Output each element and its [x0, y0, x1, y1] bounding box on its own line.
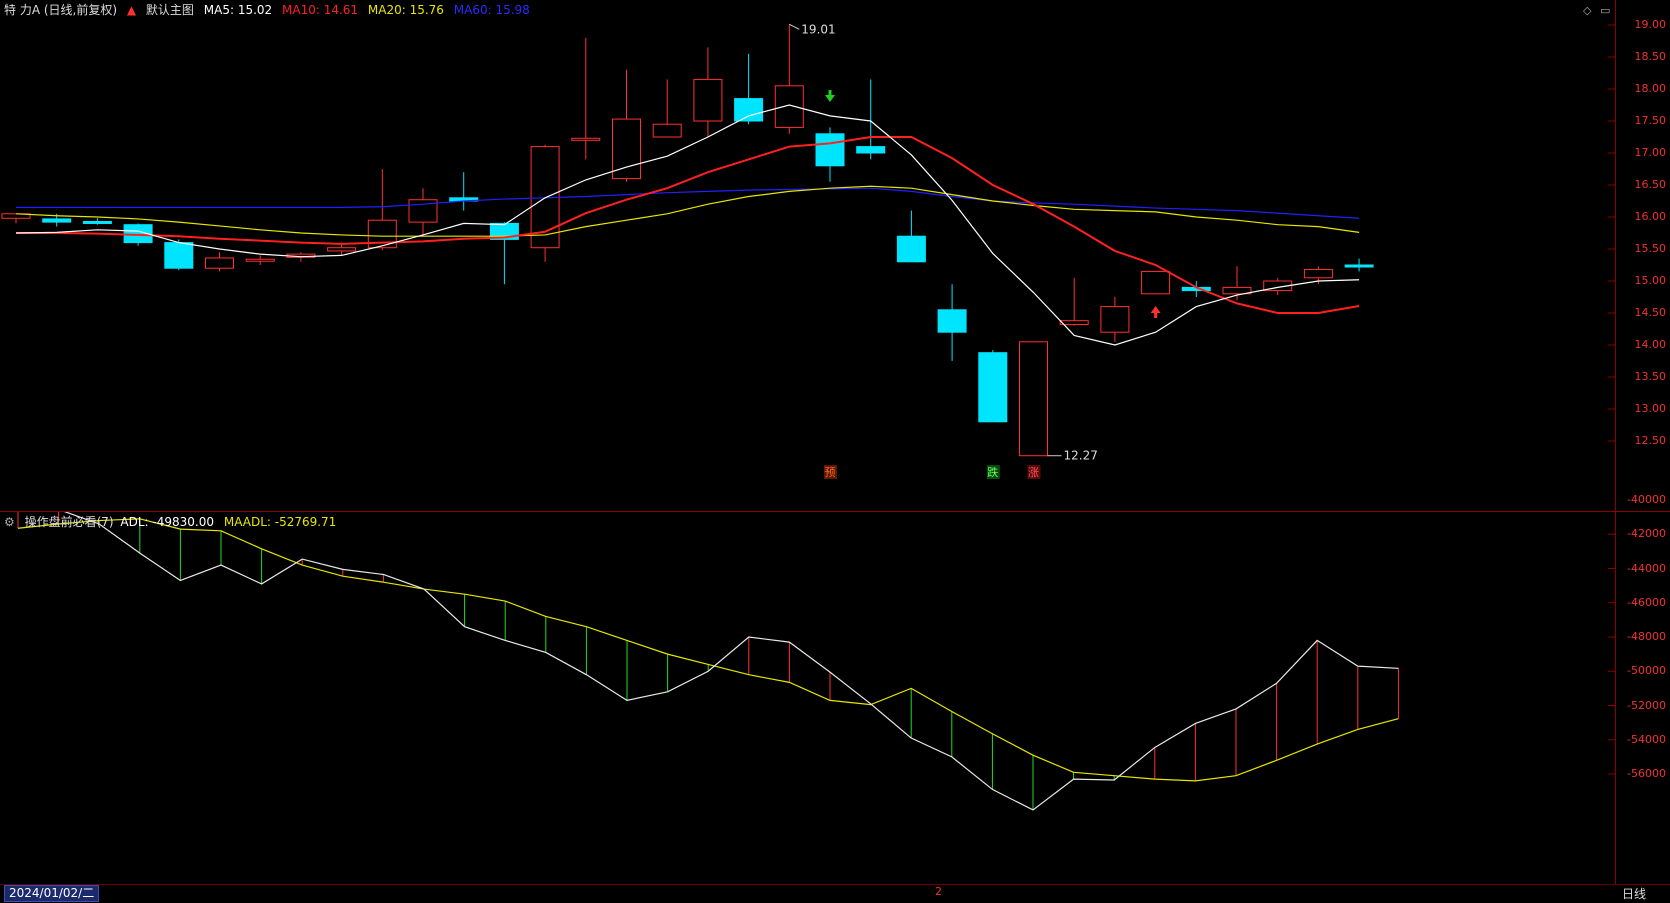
candle-body [1059, 320, 1089, 326]
maadl-label: MAADL: -52769.71 [223, 515, 337, 529]
stock-name[interactable]: 特 力A (日线,前复权) [4, 3, 117, 17]
ma10-label: MA10: 14.61 [282, 3, 359, 17]
price-tick-label: 13.00 [1634, 402, 1667, 415]
indicator-tick-label: -46000 [1627, 595, 1666, 609]
indicator-tick-label: -44000 [1627, 561, 1666, 575]
candle-body [164, 242, 194, 269]
ma5-label: MA5: 15.02 [203, 3, 273, 17]
price-tick-label: 16.50 [1634, 178, 1667, 191]
sell-arrow-icon-stem [828, 90, 832, 95]
price-tick-label: 18.00 [1634, 82, 1667, 95]
candle-body [327, 247, 357, 252]
candle-body [734, 98, 764, 122]
price-tick-label: 16.00 [1634, 210, 1667, 223]
indicator-tick-label: -50000 [1627, 664, 1666, 678]
high-pointer [789, 23, 800, 30]
adl-chart[interactable] [0, 512, 1616, 884]
price-tick-label: 15.50 [1634, 242, 1667, 255]
candle-body [42, 218, 72, 223]
candle-body [1344, 264, 1374, 268]
month-mark: 2 [935, 885, 942, 898]
candle-body [1141, 270, 1171, 295]
maadl-line [17, 518, 1399, 782]
mark-yu: 预 [825, 466, 836, 479]
mark-zhang: 涨 [1028, 466, 1039, 479]
candlestick-chart[interactable]: 19.01 12.27 预 跌 涨 [0, 0, 1616, 512]
candle-body [896, 235, 926, 263]
collapse-icon[interactable]: ▭ [1600, 4, 1610, 17]
price-tick-label: 14.00 [1634, 338, 1667, 351]
candle-body [571, 137, 601, 141]
price-axis: 19.00 18.50 18.00 17.50 17.00 16.50 16.00 15.50… [1616, 0, 1670, 512]
ma20-line [15, 185, 1360, 237]
indicator-panel[interactable]: ⚙ 操作盘前必看(7) ADL: -49830.00 MAADL: -52769… [0, 512, 1616, 884]
price-panel[interactable]: 19.01 12.27 预 跌 涨 特 力A (日线,前复权) ▲ 默认主图 MA5: … [0, 0, 1616, 512]
price-tick-label: 12.50 [1634, 434, 1667, 447]
price-tick-label: 14.50 [1634, 306, 1667, 319]
buy-arrow-icon [1150, 306, 1161, 313]
settings-icon[interactable]: ⚙ [4, 515, 15, 529]
diamond-icon[interactable]: ◇ [1583, 4, 1591, 17]
indicator-tick-label: -54000 [1627, 732, 1666, 746]
candle-body [693, 78, 723, 122]
price-tick-label: 15.00 [1634, 274, 1667, 287]
price-tick-label: 18.50 [1634, 50, 1667, 63]
indicator-name[interactable]: 操作盘前必看(7) [25, 515, 114, 529]
candle-body [774, 85, 804, 128]
price-tick-label: 19.00 [1634, 18, 1667, 31]
candle-body [856, 146, 886, 154]
up-arrow-icon: ▲ [126, 3, 137, 17]
ma60-line [16, 187, 1360, 219]
indicator-tick-label: -56000 [1627, 767, 1666, 780]
adl-label: ADL: -49830.00 [120, 515, 215, 529]
high-label: 19.01 [801, 22, 835, 36]
candle-body [937, 309, 967, 333]
indicator-tick-label: -40000 [1627, 493, 1666, 506]
candle-body [82, 220, 112, 224]
ma60-label: MA60: 15.98 [453, 3, 530, 17]
indicator-tick-label: -42000 [1627, 527, 1666, 541]
price-tick-label: 13.50 [1634, 370, 1667, 383]
sub-header: ⚙ 操作盘前必看(7) ADL: -49830.00 MAADL: -52769… [4, 514, 342, 530]
indicator-axis: -40000 -42000 -44000 -46000 -48000 -50000 -520… [1616, 493, 1670, 884]
candle-body [815, 133, 845, 167]
indicator-tick-label: -48000 [1627, 630, 1666, 643]
candle-body [978, 352, 1008, 423]
mark-die: 跌 [987, 465, 998, 479]
price-tick-label: 17.00 [1634, 146, 1667, 159]
template-name[interactable]: 默认主图 [146, 3, 194, 17]
main-header: 特 力A (日线,前复权) ▲ 默认主图 MA5: 15.02 MA10: 14… [4, 2, 536, 18]
date-cursor-box: 2024/01/02/二 [4, 885, 100, 902]
candle-body [205, 257, 234, 269]
period-selector[interactable]: 日线 [1622, 885, 1646, 902]
candle-body [1303, 268, 1333, 279]
ma20-label: MA20: 15.76 [367, 3, 444, 17]
price-tick-label: 17.50 [1634, 114, 1667, 127]
candle-body [652, 123, 682, 138]
low-label: 12.27 [1064, 449, 1098, 463]
candle-body [245, 258, 275, 262]
adl-line [64, 512, 1399, 811]
sell-arrow-icon [825, 95, 835, 102]
candle-body [1019, 341, 1048, 457]
bottom-bar [0, 884, 1670, 903]
candle-body [1100, 306, 1130, 333]
indicator-tick-label: -52000 [1627, 698, 1666, 712]
buy-arrow-icon-stem [1154, 313, 1158, 318]
